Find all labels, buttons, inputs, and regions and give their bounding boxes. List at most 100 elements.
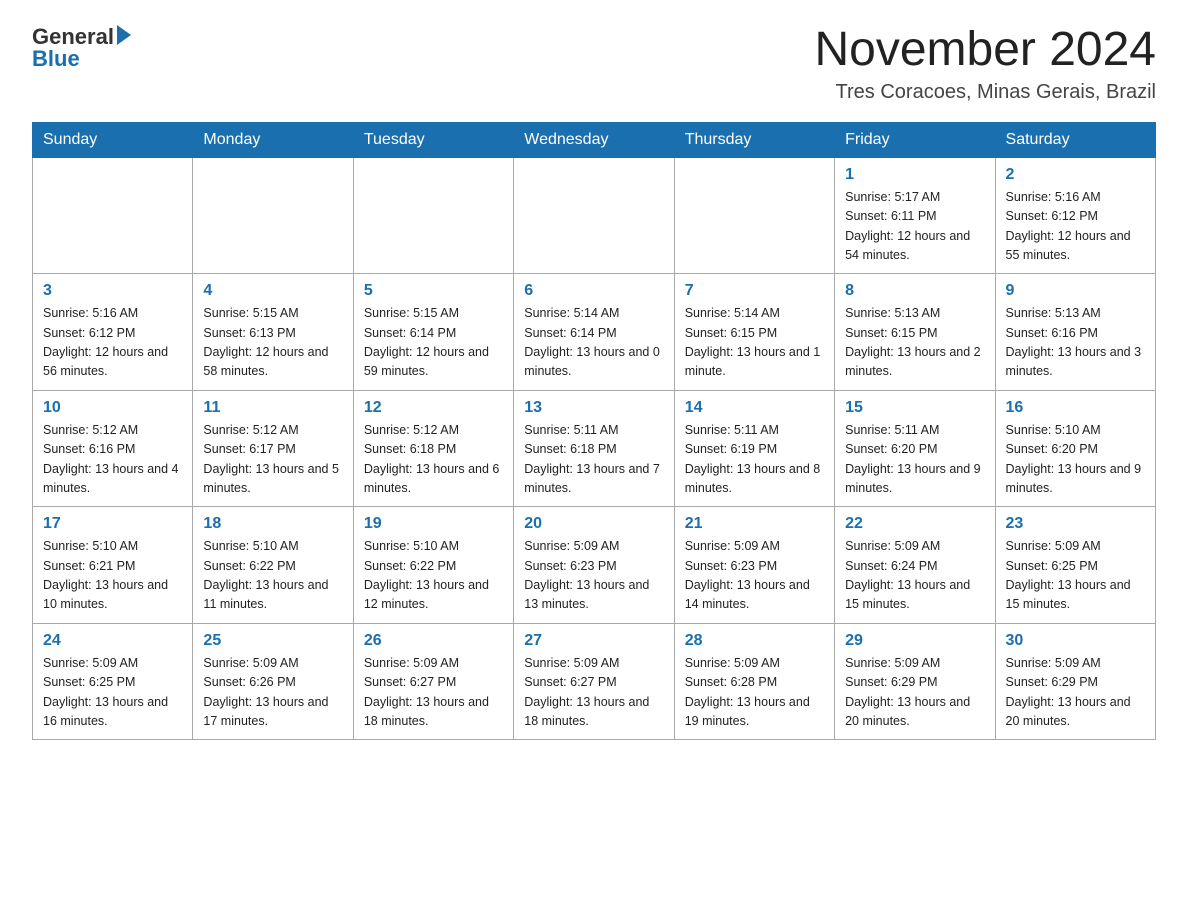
calendar-cell: 3 Sunrise: 5:16 AM Sunset: 6:12 PM Daylig…	[33, 274, 193, 391]
day-info: Sunrise: 5:14 AM Sunset: 6:14 PM Dayligh…	[524, 304, 663, 382]
day-info: Sunrise: 5:13 AM Sunset: 6:15 PM Dayligh…	[845, 304, 984, 382]
day-info: Sunrise: 5:10 AM Sunset: 6:22 PM Dayligh…	[203, 537, 342, 615]
calendar-cell: 6 Sunrise: 5:14 AM Sunset: 6:14 PM Daylig…	[514, 274, 674, 391]
calendar-cell	[33, 157, 193, 274]
day-number: 6	[524, 282, 663, 300]
calendar-cell: 1 Sunrise: 5:17 AM Sunset: 6:11 PM Daylig…	[835, 157, 995, 274]
day-info: Sunrise: 5:13 AM Sunset: 6:16 PM Dayligh…	[1006, 304, 1145, 382]
day-number: 14	[685, 399, 824, 417]
calendar-cell	[514, 157, 674, 274]
calendar-cell: 13 Sunrise: 5:11 AM Sunset: 6:18 PM Dayli…	[514, 390, 674, 507]
day-info: Sunrise: 5:11 AM Sunset: 6:20 PM Dayligh…	[845, 421, 984, 499]
day-info: Sunrise: 5:16 AM Sunset: 6:12 PM Dayligh…	[43, 304, 182, 382]
day-number: 11	[203, 399, 342, 417]
header-wednesday: Wednesday	[514, 122, 674, 157]
day-info: Sunrise: 5:10 AM Sunset: 6:21 PM Dayligh…	[43, 537, 182, 615]
day-number: 19	[364, 515, 503, 533]
calendar-cell: 7Sunrise: 5:14 AM Sunset: 6:15 PM Daylig…	[674, 274, 834, 391]
day-number: 29	[845, 632, 984, 650]
calendar-cell: 18 Sunrise: 5:10 AM Sunset: 6:22 PM Dayli…	[193, 507, 353, 624]
calendar-cell: 23 Sunrise: 5:09 AM Sunset: 6:25 PM Dayli…	[995, 507, 1155, 624]
day-info: Sunrise: 5:09 AM Sunset: 6:27 PM Dayligh…	[524, 654, 663, 732]
day-number: 27	[524, 632, 663, 650]
day-number: 16	[1006, 399, 1145, 417]
week-row-1: 1 Sunrise: 5:17 AM Sunset: 6:11 PM Daylig…	[33, 157, 1156, 274]
day-number: 8	[845, 282, 984, 300]
header-saturday: Saturday	[995, 122, 1155, 157]
calendar-cell: 8 Sunrise: 5:13 AM Sunset: 6:15 PM Daylig…	[835, 274, 995, 391]
calendar-cell: 4 Sunrise: 5:15 AM Sunset: 6:13 PM Daylig…	[193, 274, 353, 391]
day-info: Sunrise: 5:10 AM Sunset: 6:22 PM Dayligh…	[364, 537, 503, 615]
day-number: 10	[43, 399, 182, 417]
day-info: Sunrise: 5:16 AM Sunset: 6:12 PM Dayligh…	[1006, 188, 1145, 266]
day-info: Sunrise: 5:12 AM Sunset: 6:18 PM Dayligh…	[364, 421, 503, 499]
page-header: General Blue November 2024 Tres Coracoes…	[32, 24, 1156, 104]
day-number: 26	[364, 632, 503, 650]
calendar-cell: 26 Sunrise: 5:09 AM Sunset: 6:27 PM Dayli…	[353, 623, 513, 740]
day-info: Sunrise: 5:09 AM Sunset: 6:29 PM Dayligh…	[1006, 654, 1145, 732]
day-info: Sunrise: 5:09 AM Sunset: 6:23 PM Dayligh…	[685, 537, 824, 615]
day-info: Sunrise: 5:11 AM Sunset: 6:19 PM Dayligh…	[685, 421, 824, 499]
calendar-table: Sunday Monday Tuesday Wednesday Thursday…	[32, 122, 1156, 741]
day-info: Sunrise: 5:09 AM Sunset: 6:26 PM Dayligh…	[203, 654, 342, 732]
day-number: 17	[43, 515, 182, 533]
calendar-cell: 21 Sunrise: 5:09 AM Sunset: 6:23 PM Dayli…	[674, 507, 834, 624]
day-info: Sunrise: 5:09 AM Sunset: 6:27 PM Dayligh…	[364, 654, 503, 732]
month-title: November 2024	[814, 24, 1156, 77]
day-number: 2	[1006, 166, 1145, 184]
day-number: 1	[845, 166, 984, 184]
day-info: Sunrise: 5:09 AM Sunset: 6:23 PM Dayligh…	[524, 537, 663, 615]
calendar-cell: 14 Sunrise: 5:11 AM Sunset: 6:19 PM Dayli…	[674, 390, 834, 507]
day-number: 5	[364, 282, 503, 300]
calendar-cell: 16 Sunrise: 5:10 AM Sunset: 6:20 PM Dayli…	[995, 390, 1155, 507]
day-number: 3	[43, 282, 182, 300]
calendar-cell: 30Sunrise: 5:09 AM Sunset: 6:29 PM Dayli…	[995, 623, 1155, 740]
weekday-header-row: Sunday Monday Tuesday Wednesday Thursday…	[33, 122, 1156, 157]
calendar-cell: 19 Sunrise: 5:10 AM Sunset: 6:22 PM Dayli…	[353, 507, 513, 624]
logo-arrow-icon	[117, 25, 131, 45]
day-info: Sunrise: 5:15 AM Sunset: 6:13 PM Dayligh…	[203, 304, 342, 382]
calendar-cell: 22 Sunrise: 5:09 AM Sunset: 6:24 PM Dayli…	[835, 507, 995, 624]
day-number: 18	[203, 515, 342, 533]
week-row-4: 17 Sunrise: 5:10 AM Sunset: 6:21 PM Dayli…	[33, 507, 1156, 624]
day-info: Sunrise: 5:12 AM Sunset: 6:17 PM Dayligh…	[203, 421, 342, 499]
header-monday: Monday	[193, 122, 353, 157]
day-info: Sunrise: 5:11 AM Sunset: 6:18 PM Dayligh…	[524, 421, 663, 499]
day-info: Sunrise: 5:15 AM Sunset: 6:14 PM Dayligh…	[364, 304, 503, 382]
day-info: Sunrise: 5:09 AM Sunset: 6:29 PM Dayligh…	[845, 654, 984, 732]
day-info: Sunrise: 5:10 AM Sunset: 6:20 PM Dayligh…	[1006, 421, 1145, 499]
title-area: November 2024 Tres Coracoes, Minas Gerai…	[814, 24, 1156, 104]
day-info: Sunrise: 5:09 AM Sunset: 6:24 PM Dayligh…	[845, 537, 984, 615]
calendar-cell: 28 Sunrise: 5:09 AM Sunset: 6:28 PM Dayli…	[674, 623, 834, 740]
header-friday: Friday	[835, 122, 995, 157]
header-tuesday: Tuesday	[353, 122, 513, 157]
day-number: 28	[685, 632, 824, 650]
day-number: 12	[364, 399, 503, 417]
calendar-cell: 12 Sunrise: 5:12 AM Sunset: 6:18 PM Dayli…	[353, 390, 513, 507]
logo-blue-text: Blue	[32, 46, 131, 72]
calendar-cell: 11 Sunrise: 5:12 AM Sunset: 6:17 PM Dayli…	[193, 390, 353, 507]
calendar-cell	[193, 157, 353, 274]
day-number: 20	[524, 515, 663, 533]
day-number: 23	[1006, 515, 1145, 533]
day-number: 15	[845, 399, 984, 417]
calendar-cell: 5 Sunrise: 5:15 AM Sunset: 6:14 PM Daylig…	[353, 274, 513, 391]
calendar-cell: 24Sunrise: 5:09 AM Sunset: 6:25 PM Dayli…	[33, 623, 193, 740]
day-number: 4	[203, 282, 342, 300]
day-number: 13	[524, 399, 663, 417]
day-info: Sunrise: 5:14 AM Sunset: 6:15 PM Dayligh…	[685, 304, 824, 382]
day-info: Sunrise: 5:09 AM Sunset: 6:28 PM Dayligh…	[685, 654, 824, 732]
calendar-cell: 15 Sunrise: 5:11 AM Sunset: 6:20 PM Dayli…	[835, 390, 995, 507]
calendar-cell: 29 Sunrise: 5:09 AM Sunset: 6:29 PM Dayli…	[835, 623, 995, 740]
day-info: Sunrise: 5:09 AM Sunset: 6:25 PM Dayligh…	[1006, 537, 1145, 615]
day-number: 22	[845, 515, 984, 533]
calendar-cell: 10Sunrise: 5:12 AM Sunset: 6:16 PM Dayli…	[33, 390, 193, 507]
calendar-cell	[353, 157, 513, 274]
day-number: 21	[685, 515, 824, 533]
day-info: Sunrise: 5:17 AM Sunset: 6:11 PM Dayligh…	[845, 188, 984, 266]
location-subtitle: Tres Coracoes, Minas Gerais, Brazil	[814, 81, 1156, 104]
header-thursday: Thursday	[674, 122, 834, 157]
calendar-cell: 17 Sunrise: 5:10 AM Sunset: 6:21 PM Dayli…	[33, 507, 193, 624]
calendar-cell: 20 Sunrise: 5:09 AM Sunset: 6:23 PM Dayli…	[514, 507, 674, 624]
week-row-5: 24Sunrise: 5:09 AM Sunset: 6:25 PM Dayli…	[33, 623, 1156, 740]
